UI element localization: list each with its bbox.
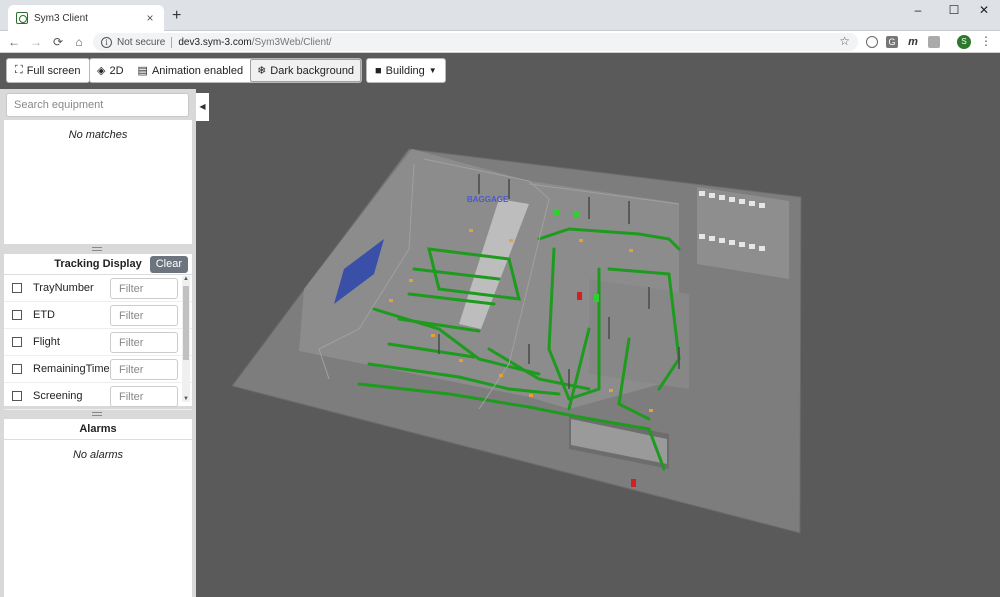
minimize-button[interactable]: – xyxy=(906,3,930,17)
filter-input[interactable] xyxy=(110,278,178,299)
tracking-scrollbar[interactable]: ▲ ▼ xyxy=(182,276,190,402)
app-area: ⛶ Full screen ◈ 2D ▤ Animation enabled ❄… xyxy=(0,53,1000,597)
cube-icon: ◈ xyxy=(97,65,106,77)
profile-avatar[interactable]: S xyxy=(957,35,971,49)
tab-close-icon[interactable]: × xyxy=(144,11,156,25)
status-light xyxy=(594,294,599,302)
film-icon: ▤ xyxy=(137,65,148,77)
animation-button[interactable]: ▤ Animation enabled xyxy=(131,59,251,82)
extension-circle-icon[interactable] xyxy=(866,36,878,48)
new-tab-button[interactable]: + xyxy=(172,8,181,24)
status-light xyxy=(574,211,579,218)
browser-tabstrip: Sym3 Client × + – ☐ ✕ xyxy=(0,0,1000,31)
building-sign: BAGGAGE xyxy=(467,195,509,204)
fullscreen-icon: ⛶ xyxy=(15,64,23,76)
reload-button[interactable]: ⟳ xyxy=(50,34,66,50)
forward-button[interactable]: → xyxy=(28,34,44,50)
tracking-row: Flight xyxy=(4,329,192,356)
field-label: RemainingTime xyxy=(33,363,110,375)
sym3-favicon-icon xyxy=(16,12,28,24)
browser-toolbar: ← → ⟳ ⌂ i Not secure dev3.sym-3.com/Sym3… xyxy=(0,31,1000,53)
building-label: Building xyxy=(385,64,425,77)
search-results-panel: No matches xyxy=(4,120,192,244)
view-2d-button[interactable]: ◈ 2D xyxy=(90,59,131,82)
tracking-display-panel: Tracking Display Clear TrayNumber ETD Fl… xyxy=(4,254,192,410)
resize-grip[interactable] xyxy=(92,412,102,416)
field-checkbox[interactable] xyxy=(12,364,22,374)
view-options-group: ◈ 2D ▤ Animation enabled ❄ Dark backgrou… xyxy=(89,58,363,83)
extension-m-icon[interactable]: m xyxy=(907,36,919,48)
filter-input[interactable] xyxy=(110,359,178,380)
no-matches-text: No matches xyxy=(68,129,128,141)
alert-light xyxy=(631,479,636,487)
tracking-display-title: Tracking Display xyxy=(54,258,142,270)
browser-tab[interactable]: Sym3 Client × xyxy=(8,5,164,31)
address-bar[interactable]: i Not secure dev3.sym-3.com/Sym3Web/Clie… xyxy=(93,33,858,51)
omnibox-divider xyxy=(171,36,173,48)
video-camera-icon: ■ xyxy=(375,64,382,77)
url-host: dev3.sym-3.com xyxy=(178,36,252,48)
alarms-title: Alarms xyxy=(79,423,117,435)
3d-viewport[interactable]: BAGGAGE xyxy=(209,89,1000,597)
no-alarms-text: No alarms xyxy=(72,449,124,461)
home-button[interactable]: ⌂ xyxy=(71,34,87,50)
filter-input[interactable] xyxy=(110,332,178,353)
field-checkbox[interactable] xyxy=(12,310,22,320)
field-label: TrayNumber xyxy=(33,282,94,294)
building-dropdown[interactable]: ■ Building ▼ xyxy=(366,58,446,83)
tab-title: Sym3 Client xyxy=(34,12,88,24)
field-checkbox[interactable] xyxy=(12,337,22,347)
scroll-up-icon[interactable]: ▲ xyxy=(182,276,190,282)
view-2d-label: 2D xyxy=(109,64,124,77)
caret-down-icon: ▼ xyxy=(428,66,437,75)
url-path: /Sym3Web/Client/ xyxy=(251,36,332,48)
dark-background-label: Dark background xyxy=(270,64,355,77)
bookmark-star-icon[interactable]: ☆ xyxy=(839,34,850,48)
search-input[interactable] xyxy=(6,93,189,117)
maximize-button[interactable]: ☐ xyxy=(942,3,966,17)
field-label: Flight xyxy=(33,336,60,348)
sidebar: No matches Tracking Display Clear TrayNu… xyxy=(0,89,196,597)
field-checkbox[interactable] xyxy=(12,283,22,293)
dark-background-button[interactable]: ❄ Dark background xyxy=(250,59,362,82)
status-light xyxy=(554,209,559,216)
field-checkbox[interactable] xyxy=(12,391,22,401)
security-label: Not secure xyxy=(117,36,166,48)
field-label: ETD xyxy=(33,309,55,321)
fullscreen-button[interactable]: ⛶ Full screen xyxy=(6,58,90,83)
tracking-display-header: Tracking Display Clear xyxy=(4,254,192,275)
close-window-button[interactable]: ✕ xyxy=(972,3,996,17)
resize-grip[interactable] xyxy=(92,247,102,251)
fullscreen-label: Full screen xyxy=(26,64,81,77)
animation-label: Animation enabled xyxy=(151,64,244,77)
field-label: Screening xyxy=(33,390,83,402)
tracking-row: RemainingTime xyxy=(4,356,192,383)
scroll-down-icon[interactable]: ▼ xyxy=(182,396,190,402)
snowflake-icon: ❄ xyxy=(257,65,267,77)
extension-book-icon[interactable] xyxy=(928,36,940,48)
browser-menu-icon[interactable]: ⋮ xyxy=(980,34,992,48)
alarms-panel: Alarms No alarms xyxy=(4,419,192,597)
info-icon[interactable]: i xyxy=(101,36,112,48)
clear-button[interactable]: Clear xyxy=(149,256,188,273)
scroll-thumb[interactable] xyxy=(183,286,189,360)
tracking-row: Screening xyxy=(4,383,192,410)
filter-input[interactable] xyxy=(110,305,178,326)
collapse-sidebar-button[interactable]: ◀ xyxy=(196,93,209,121)
tracking-row: TrayNumber xyxy=(4,275,192,302)
back-button[interactable]: ← xyxy=(6,34,22,50)
extension-g-icon[interactable]: G xyxy=(886,36,898,48)
alarms-header: Alarms xyxy=(4,419,192,440)
filter-input[interactable] xyxy=(110,386,178,407)
tracking-row: ETD xyxy=(4,302,192,329)
alert-light xyxy=(577,292,582,300)
